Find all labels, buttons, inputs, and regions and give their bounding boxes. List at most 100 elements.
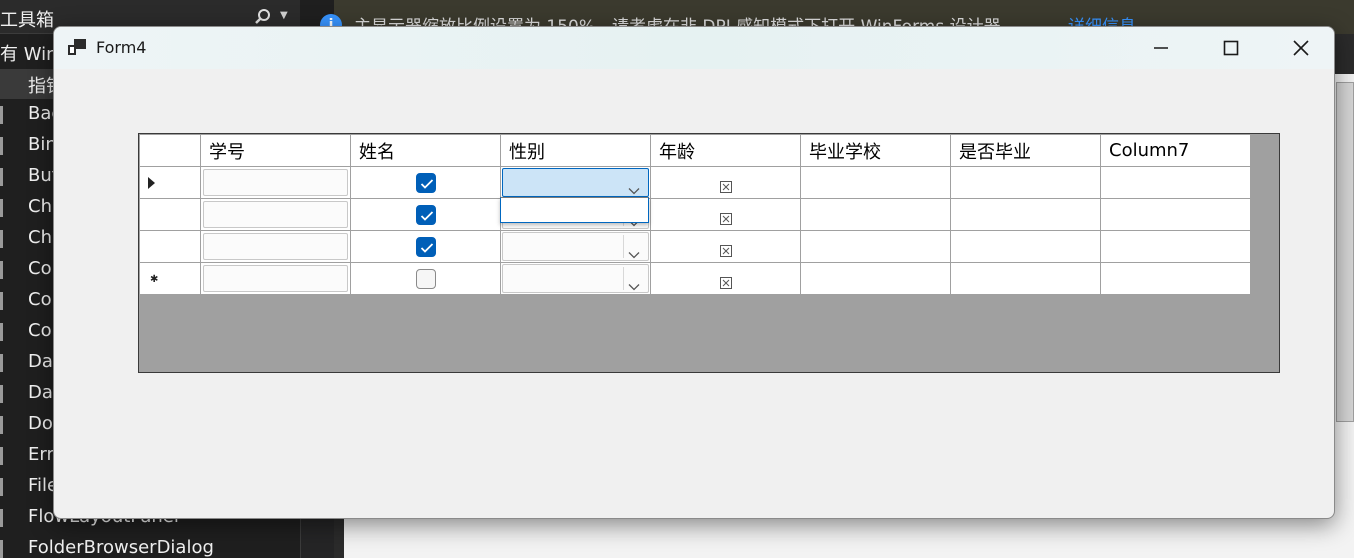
cell-gender[interactable] [500,230,651,263]
toolbox-item-label: Do [28,413,53,434]
toolbox-control-icon [0,261,8,279]
toolbox-control-icon [0,416,8,434]
cell-student-id[interactable] [200,166,351,199]
student-id-textbox[interactable] [203,169,348,196]
cell-graduated[interactable] [950,262,1101,295]
name-checkbox[interactable] [415,236,436,257]
cell-gender[interactable] [500,262,651,295]
table-row [139,230,1251,263]
cell-student-id[interactable] [200,198,351,231]
row-header[interactable] [139,198,201,231]
cell-age[interactable] [650,230,801,263]
toolbox-control-icon [0,385,8,403]
search-icon[interactable] [254,8,272,26]
new-row-star-icon: ✱ [150,274,159,285]
cell-graduated[interactable] [950,198,1101,231]
name-checkbox[interactable] [415,204,436,225]
combo-separator [623,235,624,258]
gender-combobox[interactable] [502,264,649,293]
title-bar[interactable]: Form4 [54,27,1334,69]
cell-column7[interactable] [1100,230,1251,263]
chevron-down-icon[interactable] [628,243,640,264]
cell-graduated[interactable] [950,166,1101,199]
toolbox-group-label[interactable]: 有 Win [0,40,58,66]
window-title: Form4 [96,38,147,57]
minimize-button[interactable] [1126,27,1196,69]
cell-school[interactable] [800,198,951,231]
table-row [139,166,1251,199]
toolbox-control-icon [0,137,8,155]
cell-column7[interactable] [1100,166,1251,199]
cell-name[interactable] [350,262,501,295]
cell-column7[interactable] [1100,262,1251,295]
name-checkbox[interactable] [415,268,436,289]
age-button-icon[interactable] [719,241,732,257]
toolbox-control-icon [0,292,8,310]
student-id-textbox[interactable] [203,265,348,292]
gender-dropdown-list[interactable] [500,197,649,223]
cell-name[interactable] [350,166,501,199]
column-header-graduated[interactable]: 是否毕业 [950,134,1101,167]
age-button-icon[interactable] [719,209,732,225]
cell-column7[interactable] [1100,198,1251,231]
cell-school[interactable] [800,166,951,199]
gender-combobox[interactable] [502,232,649,261]
data-grid-view[interactable]: 学号 姓名 性别 年龄 毕业学校 是否毕业 Column7 ✱ [138,133,1280,373]
student-id-textbox[interactable] [203,233,348,260]
maximize-button[interactable] [1196,27,1266,69]
form-app-icon [68,39,86,55]
toolbox-control-icon [0,230,8,248]
student-id-textbox[interactable] [203,201,348,228]
grid-corner-header[interactable] [139,134,201,167]
toolbox-item-label: Da [28,351,53,372]
row-header[interactable] [139,166,201,199]
cell-school[interactable] [800,262,951,295]
toolbox-item[interactable]: FolderBrowserDialog [0,534,300,558]
column-header-student-id[interactable]: 学号 [200,134,351,167]
toolbox-item-label: Co [28,320,52,341]
toolbox-title: 工具箱 [0,10,54,31]
row-header[interactable] [139,230,201,263]
cell-name[interactable] [350,198,501,231]
toolbox-control-icon [0,509,8,527]
minimize-icon [1154,47,1168,49]
toolbox-control-icon [0,323,8,341]
cell-age[interactable] [650,262,801,295]
column-header-gender[interactable]: 性别 [500,134,651,167]
cell-age[interactable] [650,198,801,231]
toolbox-control-icon [0,478,8,496]
column-header-school[interactable]: 毕业学校 [800,134,951,167]
combo-separator [623,267,624,290]
age-button-icon[interactable] [719,177,732,193]
close-button[interactable] [1266,27,1334,69]
cell-graduated[interactable] [950,230,1101,263]
chevron-down-icon[interactable] [628,275,640,296]
designer-side-panel [1336,82,1354,422]
grid-header-row: 学号 姓名 性别 年龄 毕业学校 是否毕业 Column7 [139,134,1251,167]
toolbox-item-label: FolderBrowserDialog [28,537,214,558]
cell-student-id[interactable] [200,230,351,263]
maximize-icon [1223,40,1239,56]
column-header-column7[interactable]: Column7 [1100,134,1251,167]
row-header[interactable]: ✱ [139,262,201,295]
toolbox-control-icon [0,199,8,217]
toolbox-item-label: Co [28,258,52,279]
toolbox-item-label: Co [28,289,52,310]
toolbox-control-icon [0,447,8,465]
chevron-down-icon[interactable]: ▼ [280,10,288,21]
cell-school[interactable] [800,230,951,263]
cell-age[interactable] [650,166,801,199]
toolbox-control-icon [0,106,8,124]
name-checkbox[interactable] [415,172,436,193]
toolbox-control-icon [0,540,8,558]
gender-combobox[interactable] [502,168,649,197]
cell-gender[interactable] [500,166,651,199]
cell-student-id[interactable] [200,262,351,295]
table-row [139,198,1251,231]
toolbox-item-label: Err [28,444,54,465]
cell-name[interactable] [350,230,501,263]
column-header-age[interactable]: 年龄 [650,134,801,167]
column-header-name[interactable]: 姓名 [350,134,501,167]
table-row: ✱ [139,262,1251,295]
age-button-icon[interactable] [719,273,732,289]
